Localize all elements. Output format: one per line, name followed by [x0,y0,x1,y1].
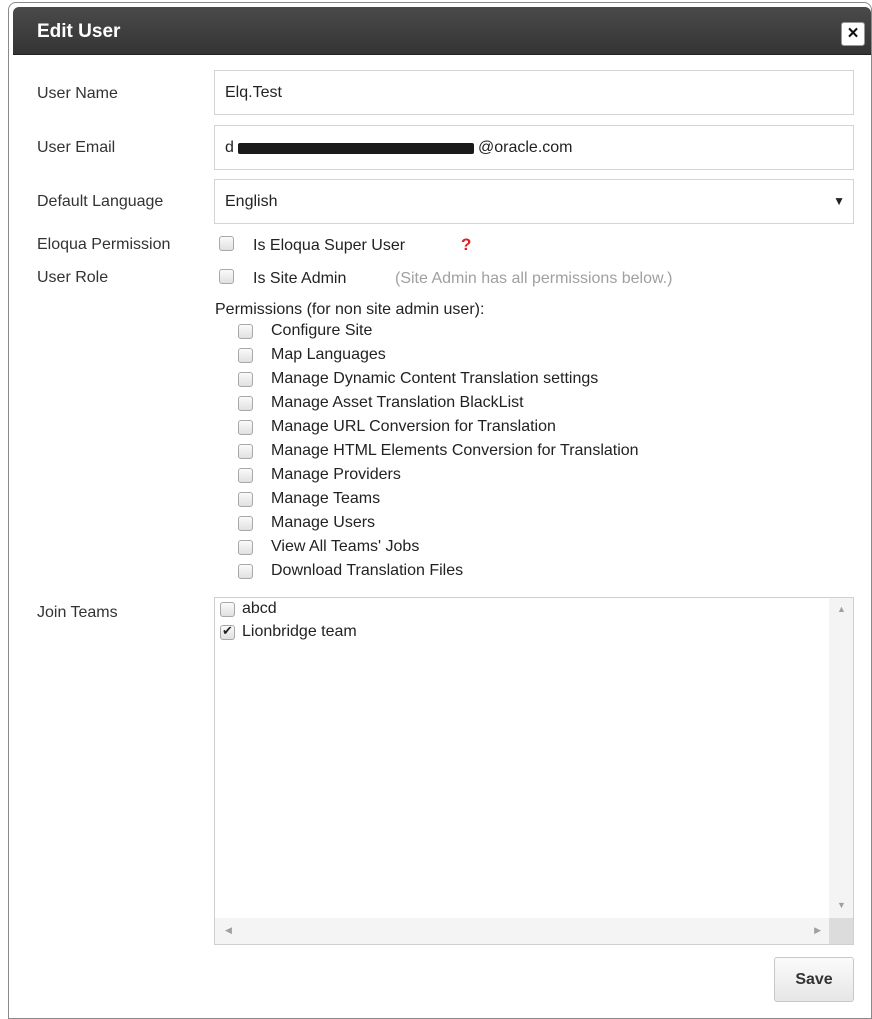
join-teams-label: Join Teams [37,604,118,621]
permission-label: Manage Providers [271,466,401,483]
permission-label: Manage URL Conversion for Translation [271,418,556,435]
permission-label: Manage HTML Elements Conversion for Tran… [271,442,639,459]
user-name-input[interactable]: Elq.Test [214,70,854,115]
scrollbar-corner [829,918,853,944]
teams-list[interactable]: abcd Lionbridge team ▲ ▼ ◀ ▶ [214,597,854,945]
permission-checkbox[interactable] [238,564,253,579]
question-icon[interactable]: ? [461,235,471,255]
scroll-left-icon[interactable]: ◀ [225,925,232,936]
site-admin-note: (Site Admin has all permissions below.) [395,270,673,287]
permission-label: View All Teams' Jobs [271,538,420,555]
default-language-value: English [225,193,278,210]
permission-checkbox[interactable] [238,492,253,507]
permissions-heading: Permissions (for non site admin user): [215,301,485,318]
scroll-up-icon[interactable]: ▲ [837,604,846,614]
permission-label: Map Languages [271,346,386,363]
permission-checkbox[interactable] [238,444,253,459]
user-role-label: User Role [37,269,109,286]
permission-label: Manage Teams [271,490,381,507]
horizontal-scrollbar[interactable]: ◀ ▶ [215,918,831,944]
dialog-titlebar: Edit User × [13,7,871,55]
team-label: abcd [242,600,277,617]
default-language-label: Default Language [37,193,164,210]
save-button[interactable]: Save [774,957,854,1002]
permission-checkbox[interactable] [238,372,253,387]
redaction-bar [238,143,474,154]
team-checkbox-checked[interactable] [220,623,235,640]
user-email-label: User Email [37,139,116,156]
permission-label: Download Translation Files [271,562,464,579]
eloqua-permission-label: Eloqua Permission [37,236,171,253]
scroll-down-icon[interactable]: ▼ [837,900,846,910]
close-icon[interactable]: × [841,22,865,46]
edit-user-dialog: Edit User × User Name Elq.Test User Emai… [8,2,872,1019]
default-language-select[interactable]: English ▼ [214,179,854,224]
team-checkbox[interactable] [220,602,235,617]
user-name-label: User Name [37,85,118,102]
site-admin-checkbox[interactable] [219,269,234,284]
site-admin-label: Is Site Admin [253,270,347,287]
chevron-down-icon: ▼ [833,194,845,208]
team-label: Lionbridge team [242,623,357,640]
permission-checkbox[interactable] [238,516,253,531]
super-user-label: Is Eloqua Super User [253,237,406,254]
user-email-input[interactable]: d @oracle.com [214,125,854,170]
permission-checkbox[interactable] [238,396,253,411]
user-email-prefix: d [225,139,234,156]
user-email-domain: @oracle.com [478,139,573,156]
permission-checkbox[interactable] [238,540,253,555]
permission-checkbox[interactable] [238,348,253,363]
permission-checkbox[interactable] [238,324,253,339]
vertical-scrollbar[interactable]: ▲ ▼ [829,598,853,918]
permission-label: Manage Users [271,514,376,531]
permission-label: Manage Asset Translation BlackList [271,394,524,411]
permission-checkbox[interactable] [238,468,253,483]
dialog-title: Edit User [37,21,121,42]
super-user-checkbox[interactable] [219,236,234,251]
permission-label: Manage Dynamic Content Translation setti… [271,370,599,387]
permission-label: Configure Site [271,322,373,339]
permission-checkbox[interactable] [238,420,253,435]
scroll-right-icon[interactable]: ▶ [814,925,821,936]
